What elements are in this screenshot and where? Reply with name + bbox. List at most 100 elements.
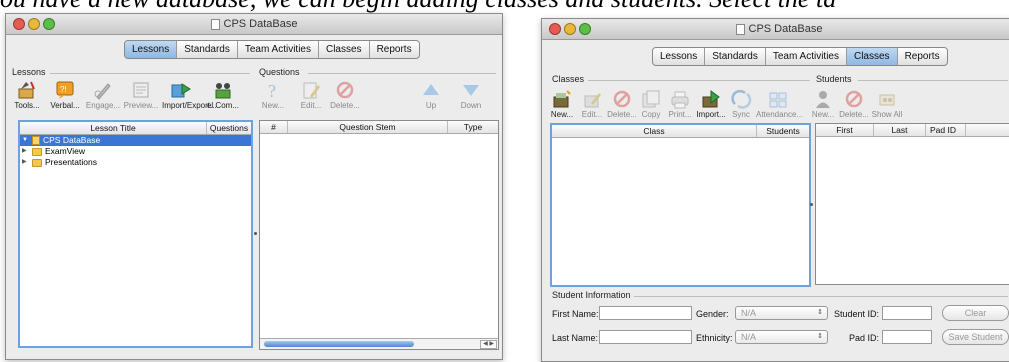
disclosure-closed-icon[interactable]: ▶ — [22, 157, 32, 168]
close-window-button[interactable] — [549, 23, 561, 35]
question-table[interactable]: # Question Stem Type ◀ ▶ — [259, 120, 499, 350]
gender-select[interactable]: N/A ⇕ — [735, 306, 828, 320]
svg-text:?: ? — [268, 81, 276, 100]
delete-question-button[interactable]: Delete... — [326, 80, 364, 110]
table-row[interactable]: ▶ ExamView — [20, 146, 251, 157]
verbal-icon: ?! — [56, 81, 74, 99]
split-handle[interactable] — [254, 232, 257, 235]
tab-classes[interactable]: Classes — [319, 41, 370, 58]
delete-student-button[interactable]: Delete... — [838, 89, 870, 119]
split-handle[interactable] — [810, 203, 813, 206]
new-class-icon — [553, 90, 571, 108]
column-questions[interactable]: Questions — [207, 122, 251, 134]
tab-reports[interactable]: Reports — [370, 41, 419, 58]
column-students[interactable]: Students — [757, 125, 809, 137]
delete-class-button[interactable]: Delete... — [606, 89, 638, 119]
column-first[interactable]: First — [816, 124, 874, 136]
last-name-field[interactable] — [599, 330, 692, 344]
sync-button[interactable]: Sync — [726, 89, 756, 119]
pad-id-field[interactable] — [882, 330, 932, 344]
delete-icon — [845, 90, 863, 108]
zoom-window-button[interactable] — [43, 18, 55, 30]
clear-button[interactable]: Clear — [942, 305, 1009, 321]
tools-button[interactable]: Tools... — [8, 80, 46, 110]
disclosure-open-icon[interactable]: ▼ — [22, 135, 32, 146]
copy-class-label: Copy — [641, 110, 661, 119]
show-all-button[interactable]: Show All — [870, 89, 904, 119]
column-type[interactable]: Type — [448, 121, 498, 133]
tab-standards[interactable]: Standards — [705, 48, 766, 65]
save-student-button[interactable]: Save Student — [942, 329, 1009, 345]
delete-icon — [613, 90, 631, 108]
close-window-button[interactable] — [13, 18, 25, 30]
print-button[interactable]: Print... — [664, 89, 696, 119]
new-class-button[interactable]: New... — [544, 89, 580, 119]
column-class[interactable]: Class — [552, 125, 757, 137]
up-down-arrows-icon: ⇕ — [817, 309, 823, 316]
copy-class-button[interactable]: Copy — [636, 89, 666, 119]
first-name-field[interactable] — [599, 306, 692, 320]
column-last[interactable]: Last — [874, 124, 926, 136]
preview-button[interactable]: Preview... — [122, 80, 160, 110]
edit-class-button[interactable]: Edit... — [576, 89, 608, 119]
lesson-table[interactable]: Lesson Title Questions ▼ CPS DataBase ▶ … — [18, 120, 253, 348]
tab-lessons[interactable]: Lessons — [653, 48, 706, 65]
com-label: el Com... — [206, 101, 239, 110]
verbal-label: Verbal... — [50, 101, 80, 110]
class-table[interactable]: Class Students — [550, 123, 811, 287]
row-label: CPS DataBase — [43, 135, 101, 145]
attendance-button[interactable]: Attendance... — [756, 89, 804, 119]
row-label: ExamView — [45, 146, 85, 156]
minimize-window-button[interactable] — [28, 18, 40, 30]
table-row[interactable]: ▼ CPS DataBase — [20, 135, 251, 146]
import-class-button[interactable]: Import... — [694, 89, 728, 119]
verbal-button[interactable]: ?! Verbal... — [46, 80, 84, 110]
window-title: CPS DataBase — [223, 18, 298, 30]
disclosure-closed-icon[interactable]: ▶ — [22, 146, 32, 157]
new-class-label: New... — [550, 110, 574, 119]
engage-label: Engage... — [85, 101, 121, 110]
import-export-label: Import/Export... — [162, 101, 217, 110]
tab-standards[interactable]: Standards — [177, 41, 238, 58]
engage-button[interactable]: Engage... — [84, 80, 122, 110]
divider — [858, 80, 1008, 81]
zoom-window-button[interactable] — [579, 23, 591, 35]
tools-label: Tools... — [14, 101, 40, 110]
edit-question-button[interactable]: Edit... — [292, 80, 330, 110]
scroll-thumb[interactable] — [264, 341, 414, 347]
import-export-icon — [171, 83, 191, 98]
move-up-button[interactable]: Up — [412, 80, 450, 110]
minimize-window-button[interactable] — [564, 23, 576, 35]
attendance-label: Attendance... — [756, 110, 804, 119]
table-row[interactable]: ▶ Presentations — [20, 157, 251, 168]
divider — [308, 73, 496, 74]
import-icon — [702, 90, 720, 108]
student-id-field[interactable] — [882, 306, 932, 320]
move-down-button[interactable]: Down — [452, 80, 490, 110]
tab-team-activities[interactable]: Team Activities — [766, 48, 847, 65]
ethnicity-select[interactable]: N/A ⇕ — [735, 330, 828, 344]
move-down-label: Down — [460, 101, 482, 110]
column-spacer — [966, 124, 1009, 136]
tab-lessons[interactable]: Lessons — [125, 41, 178, 58]
database-icon — [210, 18, 220, 30]
view-tabs: Lessons Standards Team Activities Classe… — [652, 47, 948, 66]
print-icon — [671, 91, 689, 109]
column-lesson-title[interactable]: Lesson Title — [20, 122, 207, 134]
tab-team-activities[interactable]: Team Activities — [238, 41, 319, 58]
student-table[interactable]: First Last Pad ID — [815, 123, 1009, 285]
new-question-button[interactable]: ? New... — [254, 80, 292, 110]
title-bar: CPS DataBase — [542, 19, 1009, 40]
title-bar: CPS DataBase — [6, 14, 502, 35]
com-button[interactable]: el Com... — [204, 80, 242, 110]
tab-reports[interactable]: Reports — [898, 48, 947, 65]
new-student-button[interactable]: New... — [808, 89, 838, 119]
horizontal-scrollbar[interactable]: ◀ ▶ — [260, 338, 498, 349]
tab-classes[interactable]: Classes — [846, 48, 898, 65]
column-number[interactable]: # — [260, 121, 288, 133]
scroll-arrows-icon[interactable]: ◀ ▶ — [480, 340, 497, 349]
import-export-button[interactable]: Import/Export... — [162, 80, 217, 110]
column-question-stem[interactable]: Question Stem — [288, 121, 448, 133]
document-text: ou have a new database, we can begin add… — [0, 0, 1009, 14]
column-pad-id[interactable]: Pad ID — [926, 124, 966, 136]
